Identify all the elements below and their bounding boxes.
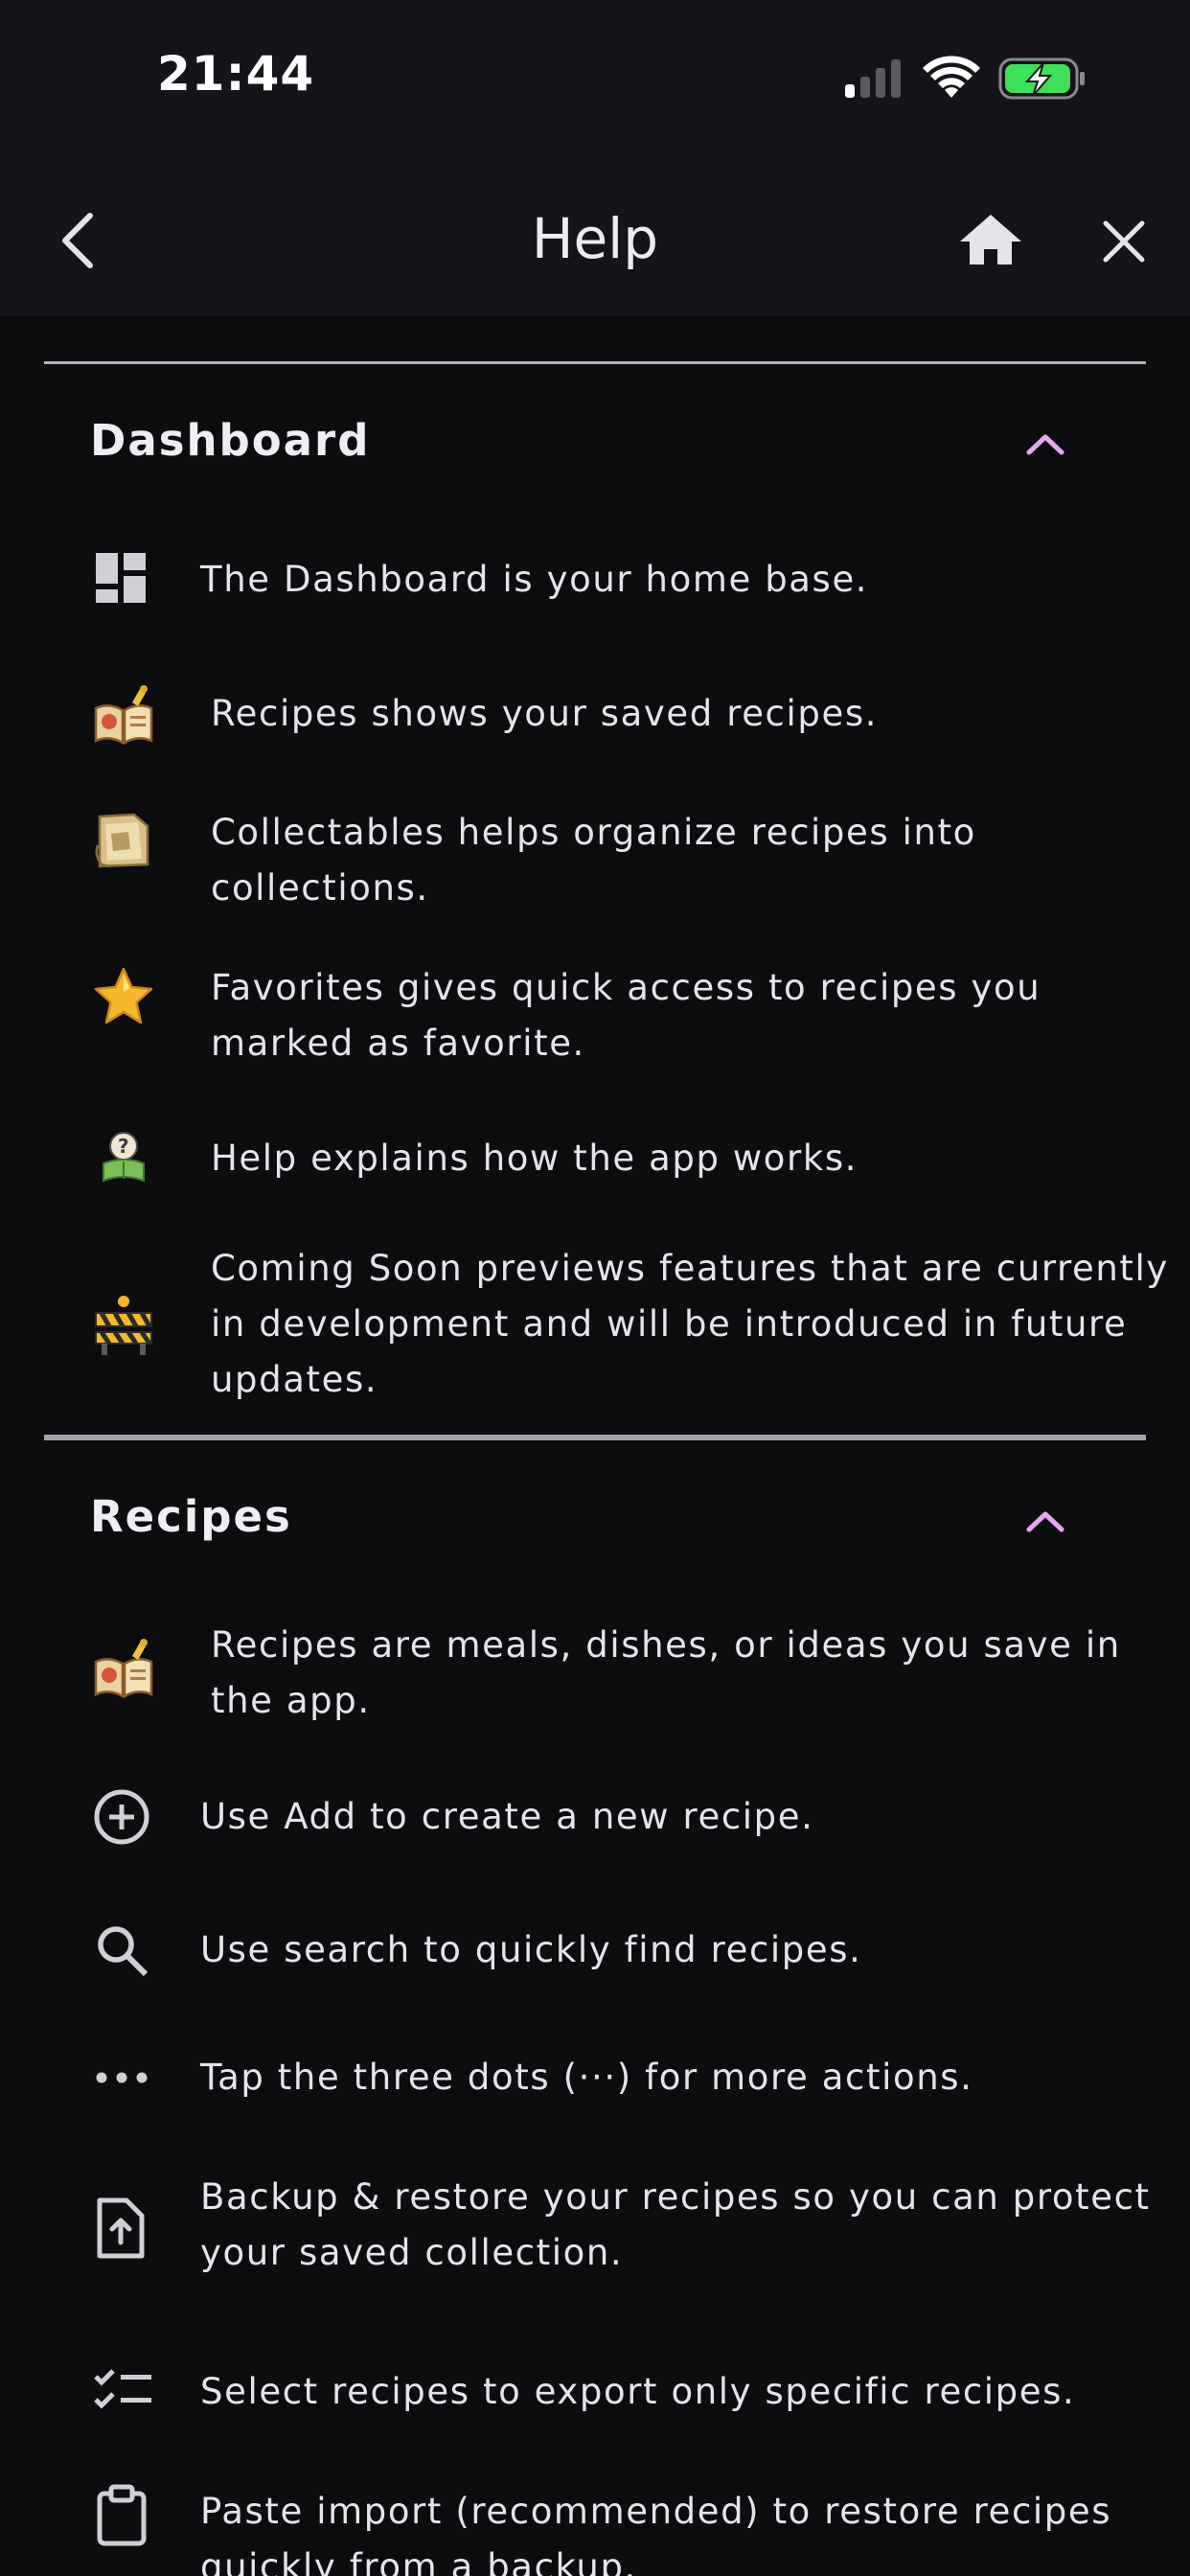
clipboard-icon [97, 2484, 147, 2546]
list-item-text: Collectables helps organize recipes into… [211, 812, 976, 908]
list-item-text: Backup & restore your recipes so you can… [200, 2176, 1151, 2273]
file-upload-icon [97, 2197, 145, 2259]
more-dots-icon [96, 2072, 148, 2083]
section-title-dashboard[interactable]: Dashboard [90, 415, 370, 466]
list-item-text: Select recipes to export only specific r… [200, 2371, 1076, 2412]
list-item-text: The Dashboard is your home base. [200, 559, 869, 600]
list-item-text: Favorites gives quick access to recipes … [211, 967, 1041, 1064]
section-divider [44, 1435, 1146, 1440]
wifi-icon [923, 56, 980, 98]
list-item-text: Recipes are meals, dishes, or ideas you … [211, 1624, 1121, 1721]
battery-icon [998, 58, 1085, 100]
chevron-up-icon[interactable] [1023, 1506, 1067, 1535]
top-bar: 21:44 Help [0, 0, 1190, 316]
dashboard-icon [96, 553, 146, 603]
recipe-book-icon [94, 685, 153, 746]
chevron-up-icon[interactable] [1023, 429, 1067, 458]
list-item-text: Recipes shows your saved recipes. [211, 693, 879, 734]
section-title-recipes[interactable]: Recipes [90, 1491, 292, 1542]
list-item-text: Tap the three dots (···) for more action… [200, 2057, 973, 2098]
help-content[interactable]: Dashboard The Dashboard is your home bas… [0, 316, 1190, 2576]
status-icons [845, 56, 1085, 100]
list-item-text: Use Add to create a new recipe. [200, 1796, 814, 1837]
help-reader-icon: ? [103, 1132, 145, 1183]
svg-text:?: ? [118, 1135, 129, 1158]
search-icon [98, 1926, 149, 1977]
cellular-signal-icon [845, 59, 901, 98]
star-icon [94, 967, 153, 1024]
home-icon [960, 215, 1021, 264]
collection-folder-icon [95, 813, 149, 868]
close-button[interactable] [1100, 218, 1148, 265]
list-item-text: Paste import (recommended) to restore re… [200, 2491, 1112, 2576]
recipe-book-icon [94, 1639, 153, 1699]
list-item-text: Help explains how the app works. [211, 1138, 858, 1179]
add-circle-icon [94, 1789, 149, 1845]
section-divider [44, 361, 1146, 364]
list-item-text: Coming Soon previews features that are c… [211, 1248, 1169, 1400]
construction-barrier-icon [95, 1296, 152, 1355]
checklist-icon [94, 2369, 151, 2409]
list-item-text: Use search to quickly find recipes. [200, 1929, 862, 1970]
home-button[interactable] [958, 211, 1023, 268]
status-time: 21:44 [157, 46, 315, 102]
